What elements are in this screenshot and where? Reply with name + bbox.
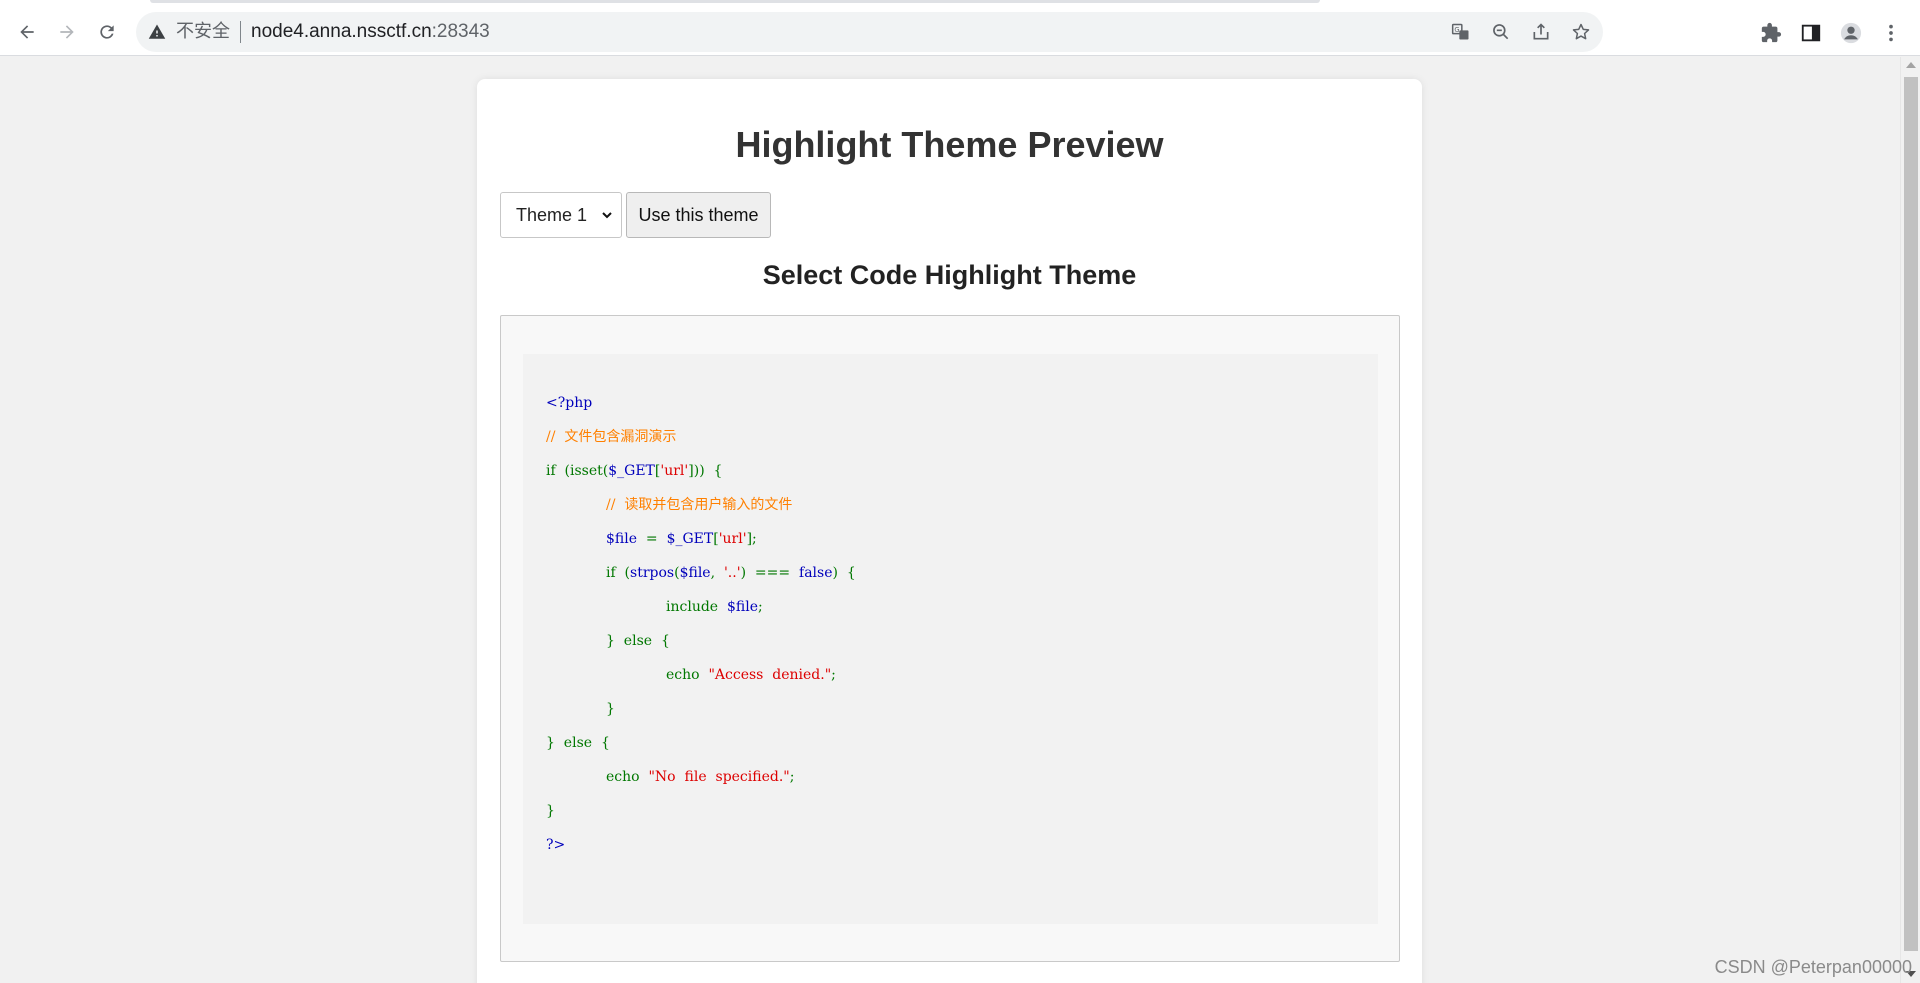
translate-button[interactable]: G: [1449, 20, 1473, 44]
code-line: if (isset($_GET['url'])) {: [546, 454, 856, 488]
scroll-up-arrow-icon[interactable]: [1906, 62, 1916, 68]
code-token: if (isset(: [546, 463, 609, 479]
code-token: ;: [831, 667, 836, 683]
code-token: $file: [606, 531, 646, 547]
chevron-down-icon: [602, 212, 612, 219]
code-token: $file: [726, 599, 758, 615]
url-host: node4.anna.nssctf.cn: [251, 21, 432, 42]
code-token: // 文件包含漏洞演示: [546, 429, 677, 445]
profile-button[interactable]: [1838, 20, 1864, 46]
code-token: ])) {: [688, 463, 723, 479]
forward-button[interactable]: [49, 14, 85, 50]
code-line: } else {: [546, 624, 856, 658]
bookmark-button[interactable]: [1569, 20, 1593, 44]
zoom-button[interactable]: [1489, 20, 1513, 44]
code-token: "Access denied.": [708, 667, 832, 683]
code-token: ?>: [546, 837, 566, 853]
active-tab-edge: [150, 0, 1320, 3]
code-token: $_GET: [608, 463, 655, 479]
menu-button[interactable]: [1878, 20, 1904, 46]
code-token: <?php: [546, 395, 593, 411]
watermark: CSDN @Peterpan00000: [1714, 957, 1912, 977]
code-token: }: [546, 803, 555, 819]
code-token: "No file specified.": [648, 769, 790, 785]
code-token: echo: [666, 667, 709, 683]
scroll-thumb[interactable]: [1904, 77, 1918, 951]
star-icon: [1572, 23, 1590, 40]
share-button[interactable]: [1529, 20, 1553, 44]
url-port: :28343: [431, 21, 490, 42]
back-icon: [20, 25, 34, 39]
code-line: ?>: [546, 828, 856, 862]
code-token: strpos: [630, 565, 675, 581]
side-panel-button[interactable]: [1798, 20, 1824, 46]
menu-icon: [1889, 24, 1893, 42]
page-viewport: Highlight Theme Preview Theme 1 Use this…: [0, 57, 1900, 983]
code-line: // 文件包含漏洞演示: [546, 420, 856, 454]
code-token: ;: [758, 599, 763, 615]
page-title: Highlight Theme Preview: [735, 124, 1164, 165]
code-token: }: [606, 701, 615, 717]
code-line: <?php: [546, 386, 856, 420]
code-token: } else {: [546, 735, 610, 751]
code-token: =: [645, 531, 667, 547]
code-token: '..': [723, 565, 741, 581]
code-token: $file: [679, 565, 711, 581]
vertical-scrollbar[interactable]: [1900, 57, 1920, 983]
svg-text:G: G: [1454, 26, 1459, 34]
code-block: <?php // 文件包含漏洞演示 if (isset($_GET['url']))…: [523, 354, 1378, 924]
use-theme-button[interactable]: Use this theme: [626, 192, 771, 238]
code-token: include: [666, 599, 727, 615]
section-title: Select Code Highlight Theme: [762, 260, 1137, 290]
code-token: 'url': [660, 463, 689, 479]
code-token: 'url': [718, 531, 747, 547]
side-panel-icon: [1801, 24, 1821, 42]
code-token: ];: [746, 531, 757, 547]
code-line: include $file;: [546, 590, 856, 624]
code-token: ,: [710, 565, 724, 581]
theme-select[interactable]: Theme 1: [500, 192, 622, 238]
address-bar[interactable]: 不安全 node4.anna.nssctf.cn:28343 G: [136, 12, 1603, 52]
share-icon: [1533, 23, 1549, 40]
code-frame: <?php // 文件包含漏洞演示 if (isset($_GET['url']))…: [500, 315, 1400, 962]
code-line: }: [546, 794, 856, 828]
code-line: $file = $_GET['url'];: [546, 522, 856, 556]
tab-strip: [0, 0, 1920, 8]
code-token: } else {: [606, 633, 670, 649]
security-label[interactable]: 不安全: [176, 22, 230, 42]
zoom-out-icon: [1493, 24, 1509, 40]
address-separator: [240, 21, 241, 43]
code-line: // 读取并包含用户输入的文件: [546, 488, 856, 522]
preview-card: Highlight Theme Preview Theme 1 Use this…: [477, 79, 1422, 983]
reload-button[interactable]: [89, 14, 125, 50]
profile-icon: [1840, 22, 1862, 44]
code-line: echo "No file specified.";: [546, 760, 856, 794]
translate-icon: G: [1451, 23, 1469, 40]
back-button[interactable]: [9, 14, 45, 50]
code-token: $_GET: [666, 531, 714, 547]
warning-icon[interactable]: [148, 23, 166, 41]
code-line: echo "Access denied.";: [546, 658, 856, 692]
code-line: }: [546, 692, 856, 726]
code-token: echo: [606, 769, 649, 785]
code-token: ) {: [832, 565, 856, 581]
code-listing: <?php // 文件包含漏洞演示 if (isset($_GET['url']))…: [546, 386, 856, 862]
code-token: ;: [789, 769, 795, 785]
code-line: if (strpos($file, '..') === false) {: [546, 556, 856, 590]
browser-toolbar: 不安全 node4.anna.nssctf.cn:28343 G: [0, 8, 1920, 56]
reload-icon: [100, 25, 114, 39]
code-token: if (: [606, 565, 631, 581]
extensions-button[interactable]: [1758, 20, 1784, 46]
code-line: } else {: [546, 726, 856, 760]
url-text[interactable]: node4.anna.nssctf.cn:28343: [251, 21, 490, 43]
code-token: ) ===: [740, 565, 800, 581]
forward-icon: [60, 25, 74, 39]
theme-select-value: Theme 1: [516, 205, 588, 225]
extensions-icon: [1761, 22, 1782, 43]
code-token: false: [799, 565, 833, 581]
code-token: // 读取并包含用户输入的文件: [606, 497, 793, 513]
